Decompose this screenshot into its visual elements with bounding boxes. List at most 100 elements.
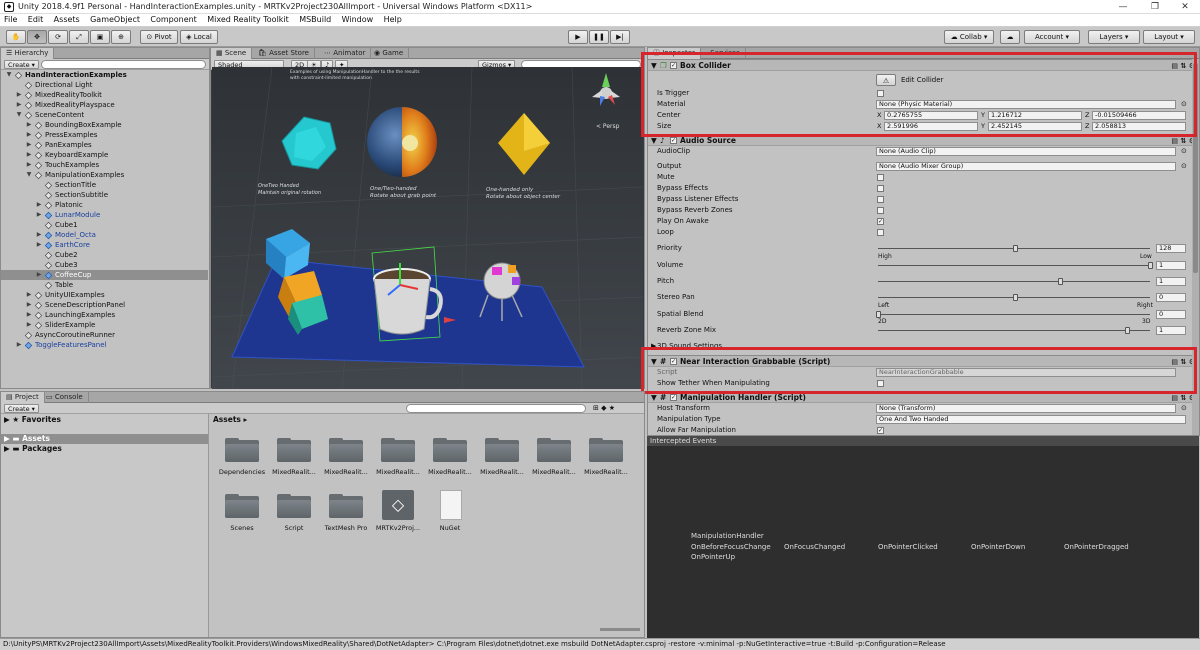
center-x-field[interactable]: 0.2765755 xyxy=(884,111,978,120)
menu-file[interactable]: File xyxy=(0,14,21,24)
hierarchy-item[interactable]: ▶ UnityUIExamples xyxy=(1,290,208,300)
packages-folder-item[interactable]: ▶ ▬ Packages xyxy=(4,444,62,453)
menu-edit[interactable]: Edit xyxy=(24,14,48,24)
hierarchy-search-input[interactable] xyxy=(41,60,206,69)
icon-size-slider[interactable] xyxy=(600,628,640,631)
expand-right-icon[interactable]: ▶ xyxy=(25,150,33,160)
audio-clip-field[interactable]: None (Audio Clip) xyxy=(876,147,1176,156)
tab-game[interactable]: ◉ Game xyxy=(369,48,410,59)
bypass-listener-checkbox[interactable] xyxy=(877,196,884,203)
reverb-mix-slider-knob[interactable] xyxy=(1125,327,1130,334)
inspector-scrollbar[interactable] xyxy=(1192,59,1199,435)
hierarchy-item[interactable]: ▼ HandInteractionExamples xyxy=(1,70,208,80)
asset-item[interactable]: ◇ MRTKv2Proj... xyxy=(368,490,428,542)
collab-button[interactable]: ☁ Collab ▾ xyxy=(944,30,994,44)
expand-right-icon[interactable]: ▶ xyxy=(35,270,43,280)
expand-down-icon[interactable]: ▼ xyxy=(5,70,13,80)
transform-tool-icon[interactable]: ⊕ xyxy=(111,30,131,44)
play-icon[interactable]: ▶ xyxy=(568,30,588,44)
hierarchy-item[interactable]: ▶ MixedRealityToolkit xyxy=(1,90,208,100)
bypass-reverb-checkbox[interactable] xyxy=(877,207,884,214)
tab-asset-store[interactable]: 🛍 Asset Store xyxy=(253,48,315,59)
hierarchy-item[interactable]: ▼ SceneContent xyxy=(1,110,208,120)
material-field[interactable]: None (Physic Material) xyxy=(876,100,1176,109)
hierarchy-item[interactable]: ▶ Platonic xyxy=(1,200,208,210)
menu-mrtk[interactable]: Mixed Reality Toolkit xyxy=(203,14,293,24)
tab-hierarchy[interactable]: ☰ Hierarchy xyxy=(1,48,55,59)
layers-button[interactable]: Layers ▾ xyxy=(1088,30,1140,44)
manipulation-enabled-checkbox[interactable]: ✓ xyxy=(670,394,677,401)
expand-right-icon[interactable]: ▶ xyxy=(35,200,43,210)
expand-right-icon[interactable]: ▶ xyxy=(25,130,33,140)
box-collider-enabled-checkbox[interactable]: ✓ xyxy=(670,62,677,69)
asset-item[interactable]: Script xyxy=(264,490,324,542)
hierarchy-item[interactable]: ▼ ManipulationExamples xyxy=(1,170,208,180)
expand-right-icon[interactable]: ▶ xyxy=(35,240,43,250)
local-button[interactable]: ◈ Local xyxy=(180,30,218,44)
hierarchy-item[interactable]: ▶ Model_Octa xyxy=(1,230,208,240)
object-picker-icon[interactable]: ⊙ xyxy=(1181,146,1187,157)
expand-right-icon[interactable]: ▶ xyxy=(25,120,33,130)
expand-down-icon[interactable]: ▼ xyxy=(25,170,33,180)
asset-item[interactable]: MixedRealit... xyxy=(576,434,636,486)
tab-console[interactable]: ▭ Console xyxy=(41,392,89,403)
hierarchy-item[interactable]: ▶ CoffeeCup xyxy=(1,270,208,280)
pause-icon[interactable]: ❚❚ xyxy=(589,30,609,44)
foldout-icon[interactable]: ▼ xyxy=(651,60,657,71)
manipulation-handler-header[interactable]: ▼ # ✓ Manipulation Handler (Script) ▤ ⇅ … xyxy=(648,391,1199,403)
step-icon[interactable]: ▶| xyxy=(610,30,630,44)
hierarchy-item[interactable]: ▶ ToggleFeaturesPanel xyxy=(1,340,208,350)
pitch-slider-knob[interactable] xyxy=(1058,278,1063,285)
inspector-scrollbar-thumb[interactable] xyxy=(1193,63,1198,273)
audio-source-enabled-checkbox[interactable]: ✓ xyxy=(670,137,677,144)
hierarchy-item[interactable]: Cube1 xyxy=(1,220,208,230)
expand-right-icon[interactable]: ▶ xyxy=(25,290,33,300)
hierarchy-item[interactable]: ▶ MixedRealityPlayspace xyxy=(1,100,208,110)
menu-gameobject[interactable]: GameObject xyxy=(86,14,144,24)
cloud-icon[interactable]: ☁ xyxy=(1000,30,1020,44)
center-z-field[interactable]: -0.01509466 xyxy=(1092,111,1186,120)
asset-item[interactable]: MixedRealit... xyxy=(316,434,376,486)
filter-icons[interactable]: ⊞ ◆ ★ xyxy=(593,404,615,412)
expand-right-icon[interactable]: ▶ xyxy=(25,140,33,150)
close-icon[interactable]: ✕ xyxy=(1170,0,1200,14)
rotate-tool-icon[interactable]: ⟳ xyxy=(48,30,68,44)
scale-tool-icon[interactable]: ⤢ xyxy=(69,30,89,44)
size-x-field[interactable]: 2.591996 xyxy=(884,122,978,131)
menu-window[interactable]: Window xyxy=(338,14,378,24)
asset-item[interactable]: Dependencies xyxy=(212,434,272,486)
far-manipulation-checkbox[interactable]: ✓ xyxy=(877,427,884,434)
hierarchy-item[interactable]: Directional Light xyxy=(1,80,208,90)
size-y-field[interactable]: 2.452145 xyxy=(988,122,1082,131)
hierarchy-item[interactable]: ▶ SceneDescriptionPanel xyxy=(1,300,208,310)
hierarchy-item[interactable]: ▶ KeyboardExample xyxy=(1,150,208,160)
hierarchy-item[interactable]: Cube3 xyxy=(1,260,208,270)
tab-animator[interactable]: ⋯ Animator xyxy=(319,48,372,59)
asset-item[interactable]: Scenes xyxy=(212,490,272,542)
asset-item[interactable]: MixedRealit... xyxy=(368,434,428,486)
expand-right-icon[interactable]: ▶ xyxy=(25,300,33,310)
account-button[interactable]: Account ▾ xyxy=(1024,30,1080,44)
menu-msbuild[interactable]: MSBuild xyxy=(295,14,335,24)
audio-source-header[interactable]: ▼ ♪ ✓ Audio Source ▤ ⇅ ⚙ xyxy=(648,134,1199,146)
grabbable-header[interactable]: ▼ # ✓ Near Interaction Grabbable (Script… xyxy=(648,355,1199,367)
expand-down-icon[interactable]: ▼ xyxy=(15,110,23,120)
maximize-icon[interactable]: ❐ xyxy=(1140,0,1170,14)
output-field[interactable]: None (Audio Mixer Group) xyxy=(876,162,1176,171)
foldout-icon[interactable]: ▶ xyxy=(651,341,656,352)
pitch-field[interactable]: 1 xyxy=(1156,277,1186,286)
asset-item[interactable]: NuGet xyxy=(420,490,480,542)
hierarchy-item[interactable]: SectionTitle xyxy=(1,180,208,190)
asset-item[interactable]: MixedRealit... xyxy=(524,434,584,486)
expand-right-icon[interactable]: ▶ xyxy=(25,160,33,170)
hierarchy-item[interactable]: ▶ TouchExamples xyxy=(1,160,208,170)
spatial-blend-slider-track[interactable] xyxy=(878,314,1150,315)
project-create-button[interactable]: Create ▾ xyxy=(4,404,39,413)
menu-assets[interactable]: Assets xyxy=(50,14,84,24)
assets-folder-item[interactable]: ▶ ▬ Assets xyxy=(1,434,208,444)
layout-button[interactable]: Layout ▾ xyxy=(1143,30,1195,44)
hierarchy-item[interactable]: AsyncCoroutineRunner xyxy=(1,330,208,340)
project-search-input[interactable] xyxy=(406,404,586,413)
reverb-mix-field[interactable]: 1 xyxy=(1156,326,1186,335)
reverb-mix-slider-track[interactable] xyxy=(878,330,1150,331)
